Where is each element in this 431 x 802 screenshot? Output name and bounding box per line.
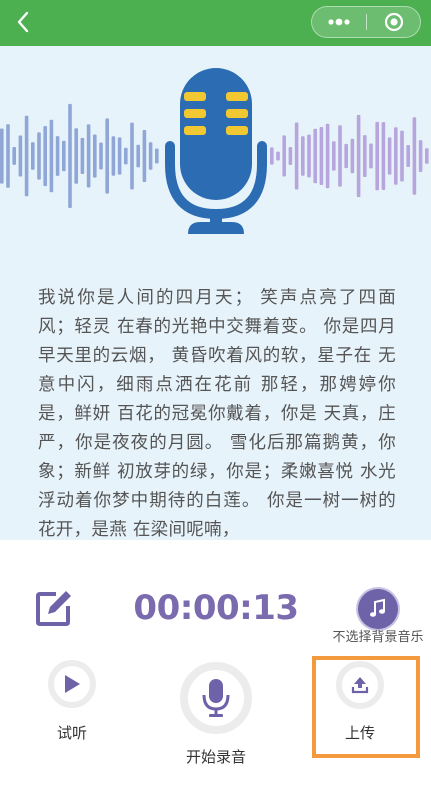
- wave-bar: [124, 147, 128, 165]
- wave-bar: [387, 137, 392, 175]
- wave-bar: [325, 123, 330, 189]
- wave-bar: [111, 136, 116, 176]
- recording-controls: 00:00:13 不选择背景音乐 试听 开始录音 上传: [0, 540, 431, 802]
- wave-bar: [270, 147, 274, 165]
- wave-bar: [6, 124, 10, 188]
- wave-bar: [381, 122, 386, 190]
- wave-bar: [356, 114, 361, 198]
- wave-bar: [369, 143, 373, 169]
- wave-bar: [155, 148, 159, 164]
- wave-bar: [294, 122, 299, 190]
- music-note-icon: [370, 598, 385, 617]
- wave-bar: [62, 140, 66, 172]
- wave-bar: [406, 145, 410, 167]
- close-button[interactable]: [367, 7, 421, 37]
- wave-bar: [394, 127, 398, 185]
- wave-bar: [276, 151, 280, 161]
- wave-bar: [363, 135, 367, 177]
- top-bar: [0, 0, 431, 46]
- chevron-left-icon: [17, 11, 29, 33]
- microphone-icon: [202, 679, 230, 717]
- wave-bar: [282, 135, 286, 177]
- background-music-label: 不选择背景音乐: [332, 630, 424, 645]
- recording-timer: 00:00:13: [133, 588, 299, 628]
- wave-bar: [49, 119, 54, 193]
- microphone-icon: [165, 68, 267, 234]
- wave-bar: [31, 142, 35, 170]
- wave-bar: [400, 130, 404, 182]
- wave-bar: [418, 140, 423, 172]
- wave-bar: [425, 148, 429, 164]
- wave-bar: [338, 125, 342, 187]
- wave-bar: [99, 142, 103, 170]
- wave-bar: [74, 128, 78, 184]
- wave-bar: [105, 118, 109, 194]
- wave-bar: [86, 124, 91, 188]
- more-dots-icon: [328, 18, 350, 26]
- wave-bar: [142, 130, 147, 182]
- start-record-label: 开始录音: [185, 748, 246, 766]
- wave-bar: [55, 136, 60, 176]
- background-music-button[interactable]: [358, 589, 398, 629]
- wave-bar: [24, 115, 29, 197]
- listen-button[interactable]: [48, 660, 96, 708]
- lyrics-panel: 我说你是人间的四月天； 笑声点亮了四面风；轻灵 在春的光艳中交舞着变。 你是四月…: [0, 46, 431, 540]
- wave-bar: [136, 144, 140, 168]
- wave-bar: [80, 137, 85, 174]
- sound-wave-right: [270, 114, 429, 198]
- wave-bar: [375, 121, 379, 191]
- hero-illustration: [0, 68, 429, 234]
- wave-bar: [0, 128, 4, 184]
- lyrics-text: 我说你是人间的四月天； 笑声点亮了四面风；轻灵 在春的光艳中交舞着变。 你是四月…: [38, 288, 396, 540]
- wave-bar: [148, 142, 153, 170]
- edit-button[interactable]: [34, 588, 74, 628]
- wave-bar: [313, 128, 317, 184]
- start-record-button[interactable]: [180, 662, 252, 734]
- play-icon: [65, 675, 80, 693]
- edit-icon: [36, 591, 71, 626]
- wave-bar: [307, 134, 311, 178]
- wave-bar: [301, 136, 305, 176]
- wave-bar: [68, 103, 72, 208]
- wave-bar: [332, 141, 336, 171]
- target-close-icon: [384, 12, 404, 32]
- upload-button[interactable]: [336, 661, 384, 709]
- wave-bar: [288, 147, 293, 165]
- wave-bar: [117, 137, 122, 175]
- more-button[interactable]: [312, 7, 366, 37]
- wave-bar: [344, 143, 348, 169]
- wave-bar: [130, 122, 134, 190]
- upload-icon: [351, 677, 369, 694]
- mini-program-capsule: [311, 6, 421, 38]
- wave-bar: [43, 126, 47, 187]
- upload-label: 上传: [344, 724, 375, 742]
- wave-bar: [350, 138, 355, 174]
- listen-label: 试听: [56, 724, 87, 742]
- wave-bar: [37, 132, 41, 180]
- wave-bar: [18, 135, 23, 177]
- wave-bar: [93, 134, 97, 178]
- sound-wave-left: [0, 103, 159, 208]
- wave-bar: [412, 117, 417, 195]
- wave-bar: [319, 127, 324, 185]
- back-button[interactable]: [10, 8, 36, 36]
- wave-bar: [12, 147, 16, 165]
